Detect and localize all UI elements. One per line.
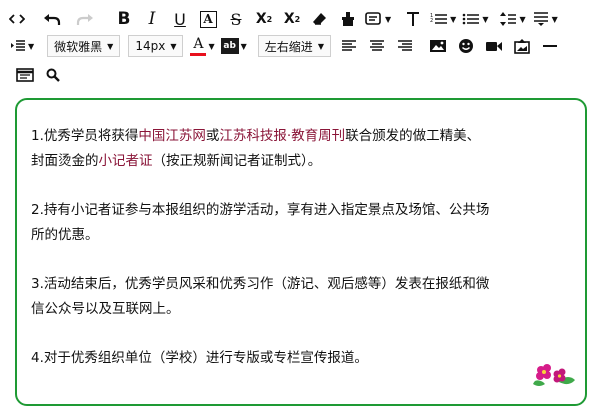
background-color-icon: ab — [220, 38, 239, 54]
redo-icon[interactable] — [74, 8, 96, 30]
indent-value: 左右缩进 — [264, 39, 313, 54]
background-color-button[interactable]: ab ▼ — [220, 35, 247, 57]
underline-icon[interactable]: U — [169, 8, 191, 30]
font-color-icon: A — [193, 36, 204, 52]
text-format-icon[interactable] — [402, 8, 424, 30]
align-left-icon[interactable] — [338, 35, 360, 57]
font-family-value: 微软雅黑 — [54, 39, 103, 54]
align-center-icon[interactable] — [366, 35, 388, 57]
indent-select[interactable]: 左右缩进 ▼ — [257, 35, 331, 57]
image-icon[interactable] — [427, 35, 449, 57]
line-height-icon[interactable]: ▼ — [499, 8, 526, 30]
strikethrough-icon[interactable]: S — [225, 8, 247, 30]
font-size-select[interactable]: 14px ▼ — [128, 35, 184, 57]
font-family-select[interactable]: 微软雅黑 ▼ — [47, 35, 121, 57]
source-code-icon[interactable] — [6, 8, 28, 30]
toolbar-row-1: B I U A S X2 X2 ▼ 12 ▼ ▼ ▼ ▼ — [0, 6, 600, 32]
chevron-down-icon: ▼ — [317, 41, 324, 51]
upload-image-icon[interactable] — [511, 35, 533, 57]
highlight-text: 教育周刊 — [291, 128, 346, 144]
editor-toolbar: B I U A S X2 X2 ▼ 12 ▼ ▼ ▼ ▼ ▼ 微软雅黑 ▼ 14… — [0, 0, 600, 92]
chevron-down-icon: ▼ — [107, 41, 114, 51]
text-span: 1.优秀学员将获得 — [31, 128, 139, 144]
search-icon[interactable] — [42, 64, 64, 86]
text-span: 封面烫金的 — [31, 153, 99, 169]
paragraph-3: 3.活动结束后，优秀学员风采和优秀习作（游记、观后感等）发表在报纸和微 信公众号… — [31, 272, 551, 322]
toolbar-row-2: ▼ 微软雅黑 ▼ 14px ▼ A ▼ ab ▼ 左右缩进 ▼ — [0, 33, 564, 59]
text-span: 2.持有小记者证参与本报组织的游学活动，享有进入指定景点及场馆、公共场 — [31, 202, 490, 218]
paragraph-1: 1.优秀学员将获得中国江苏网或江苏科技报·教育周刊联合颁发的做工精美、 封面烫金… — [31, 124, 551, 174]
text-span: （按正规新闻记者证制式）。 — [152, 153, 322, 169]
text-span: 联合颁发的做工精美、 — [345, 128, 481, 144]
indent-icon[interactable]: ▼ — [10, 35, 34, 57]
highlight-text: 中国江苏网 — [138, 128, 206, 144]
video-icon[interactable] — [483, 35, 505, 57]
superscript-icon[interactable]: X2 — [253, 8, 275, 30]
chevron-down-icon: ▼ — [170, 41, 177, 51]
eraser-icon[interactable] — [309, 8, 331, 30]
paragraph-2: 2.持有小记者证参与本报组织的游学活动，享有进入指定景点及场馆、公共场 所的优惠… — [31, 198, 551, 248]
emoji-icon[interactable] — [455, 35, 477, 57]
align-right-icon[interactable] — [394, 35, 416, 57]
editor-content-area[interactable]: 1.优秀学员将获得中国江苏网或江苏科技报·教育周刊联合颁发的做工精美、 封面烫金… — [15, 98, 587, 406]
format-painter-icon[interactable] — [337, 8, 359, 30]
svg-text:2: 2 — [430, 18, 433, 24]
text-span: 或 — [205, 128, 220, 144]
ordered-list-icon[interactable]: 12 ▼ — [430, 8, 456, 30]
undo-icon[interactable] — [41, 8, 63, 30]
font-size-value: 14px — [135, 39, 166, 53]
text-span: 4.对于优秀组织单位（学校）进行专版或专栏宣传报道。 — [31, 350, 368, 366]
font-border-icon[interactable]: A — [197, 8, 219, 30]
italic-icon[interactable]: I — [141, 8, 163, 30]
subscript-icon[interactable]: X2 — [281, 8, 303, 30]
font-color-button[interactable]: A ▼ — [190, 35, 215, 57]
horizontal-rule-icon[interactable] — [539, 35, 561, 57]
editor-text: 1.优秀学员将获得中国江苏网或江苏科技报·教育周刊联合颁发的做工精美、 封面烫金… — [31, 124, 551, 395]
highlight-text: 小记者证 — [98, 153, 153, 169]
toolbar-row-3 — [0, 62, 67, 88]
blockquote-icon[interactable]: ▼ — [365, 8, 391, 30]
text-span: 3.活动结束后，优秀学员风采和优秀习作（游记、观后感等）发表在报纸和微 — [31, 276, 490, 292]
text-span: 所的优惠。 — [31, 227, 99, 243]
unordered-list-icon[interactable]: ▼ — [462, 8, 488, 30]
template-icon[interactable] — [14, 64, 36, 86]
bold-icon[interactable]: B — [113, 8, 135, 30]
font-color-swatch — [190, 53, 207, 56]
text-span: 信公众号以及互联网上。 — [31, 301, 180, 317]
paragraph-4: 4.对于优秀组织单位（学校）进行专版或专栏宣传报道。 — [31, 346, 551, 371]
highlight-text: 江苏科技报 — [219, 128, 287, 144]
paragraph-spacing-icon[interactable]: ▼ — [532, 8, 558, 30]
flower-decoration-icon — [529, 360, 577, 394]
